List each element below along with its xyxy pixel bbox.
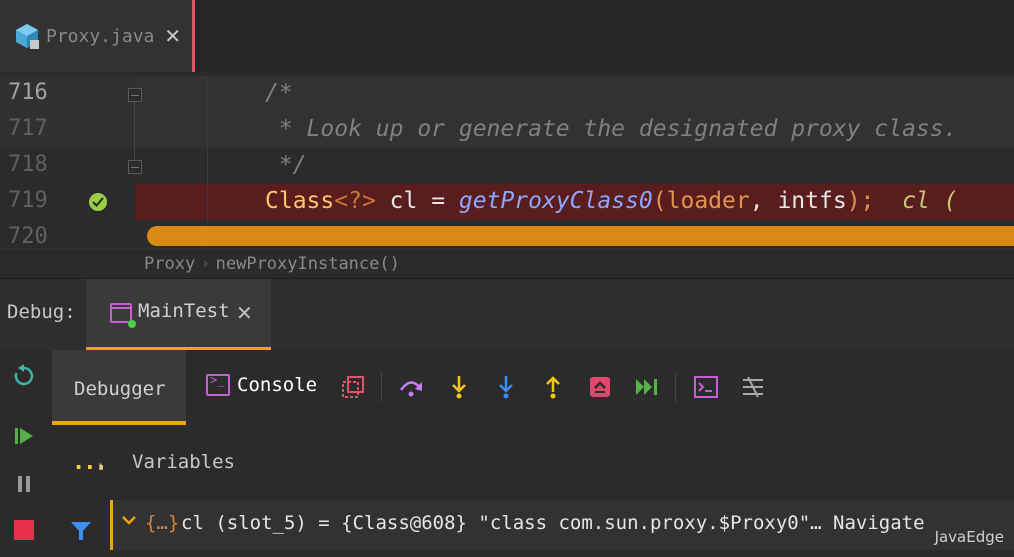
code-line: 716 /* <box>0 76 1014 112</box>
debug-left-rail <box>0 350 52 557</box>
code-text: */ <box>265 152 307 178</box>
chevron-down-icon[interactable] <box>121 512 137 532</box>
breadcrumb-item[interactable]: newProxyInstance() <box>216 254 400 274</box>
code-text: Class<?> cl = getProxyClass0(loader, int… <box>265 188 958 214</box>
running-indicator-icon <box>128 320 136 328</box>
rerun-icon[interactable] <box>12 364 36 388</box>
tab-debugger[interactable]: Debugger <box>52 350 186 425</box>
file-tab-proxy-java[interactable]: Proxy.java ✕ <box>0 0 195 72</box>
variables-title: Variables <box>132 451 235 473</box>
line-number: 718 <box>8 152 48 177</box>
tab-console-label: Console <box>237 374 318 396</box>
indent-guide <box>207 76 208 248</box>
fold-toggle-icon[interactable] <box>128 160 142 174</box>
filter-icon[interactable] <box>70 520 92 546</box>
breakpoint-verified-icon[interactable] <box>89 193 107 211</box>
pause-icon[interactable] <box>12 472 36 496</box>
watermark: JavaEdge <box>934 528 1004 546</box>
line-number: 720 <box>8 224 48 248</box>
trace-icon[interactable] <box>740 374 766 400</box>
file-tab-label: Proxy.java <box>46 25 155 47</box>
step-out-icon[interactable] <box>540 374 566 400</box>
fold-range <box>134 94 135 164</box>
restore-layout-icon[interactable] <box>340 374 366 400</box>
step-over-icon[interactable] <box>398 374 424 400</box>
breadcrumb-separator: › <box>201 255 210 272</box>
breadcrumb: Proxy › newProxyInstance() <box>0 248 1014 278</box>
editor-tab-bar: Proxy.java ✕ <box>0 0 1014 72</box>
variable-value: cl (slot_5) = {Class@608} "class com.sun… <box>181 512 925 534</box>
variables-count: 1 <box>98 463 104 473</box>
code-text: /* <box>265 80 293 106</box>
debug-title: Debug: <box>7 301 76 323</box>
breadcrumb-item[interactable]: Proxy <box>144 254 195 274</box>
run-config-label: MainTest <box>138 300 230 322</box>
fold-toggle-icon[interactable] <box>128 88 142 102</box>
debug-toolbar: Debugger Console <box>52 350 1014 425</box>
breakpoint-line: 719 Class<?> cl = getProxyClass0(loader,… <box>0 184 1014 220</box>
tab-console[interactable]: Console <box>206 373 318 396</box>
variables-header: ... 1 Variables <box>52 425 1014 500</box>
close-icon[interactable]: ✕ <box>164 24 181 48</box>
code-editor[interactable]: 716 /* 717 * Look up or generate the des… <box>0 76 1014 248</box>
evaluate-expression-icon[interactable] <box>693 374 719 400</box>
run-config-tab[interactable]: MainTest ✕ <box>86 279 271 351</box>
resume-icon[interactable] <box>12 424 36 448</box>
console-icon <box>206 373 230 396</box>
code-text: * Look up or generate the designated pro… <box>265 116 958 142</box>
run-to-cursor-icon[interactable] <box>634 374 660 400</box>
force-step-into-icon[interactable] <box>493 374 519 400</box>
code-line: 718 */ <box>0 148 1014 184</box>
java-class-icon <box>14 22 40 50</box>
toolbar-separator <box>675 372 676 402</box>
object-field-icon: {…} <box>145 512 180 534</box>
step-into-icon[interactable] <box>446 374 472 400</box>
tab-debugger-label: Debugger <box>74 378 166 400</box>
toolbar-separator <box>381 372 382 402</box>
line-number: 719 <box>8 188 48 213</box>
line-number: 716 <box>8 80 48 105</box>
code-line: 717 * Look up or generate the designated… <box>0 112 1014 148</box>
variable-row[interactable]: {…} cl (slot_5) = {Class@608} "class com… <box>110 500 1014 550</box>
close-icon[interactable]: ✕ <box>236 301 253 325</box>
drop-frame-icon[interactable] <box>587 374 613 400</box>
stop-icon[interactable] <box>12 518 36 542</box>
line-number: 717 <box>8 116 48 141</box>
horizontal-scrollbar[interactable] <box>147 226 1014 246</box>
debug-tool-window-header: Debug: MainTest ✕ <box>0 278 1014 351</box>
